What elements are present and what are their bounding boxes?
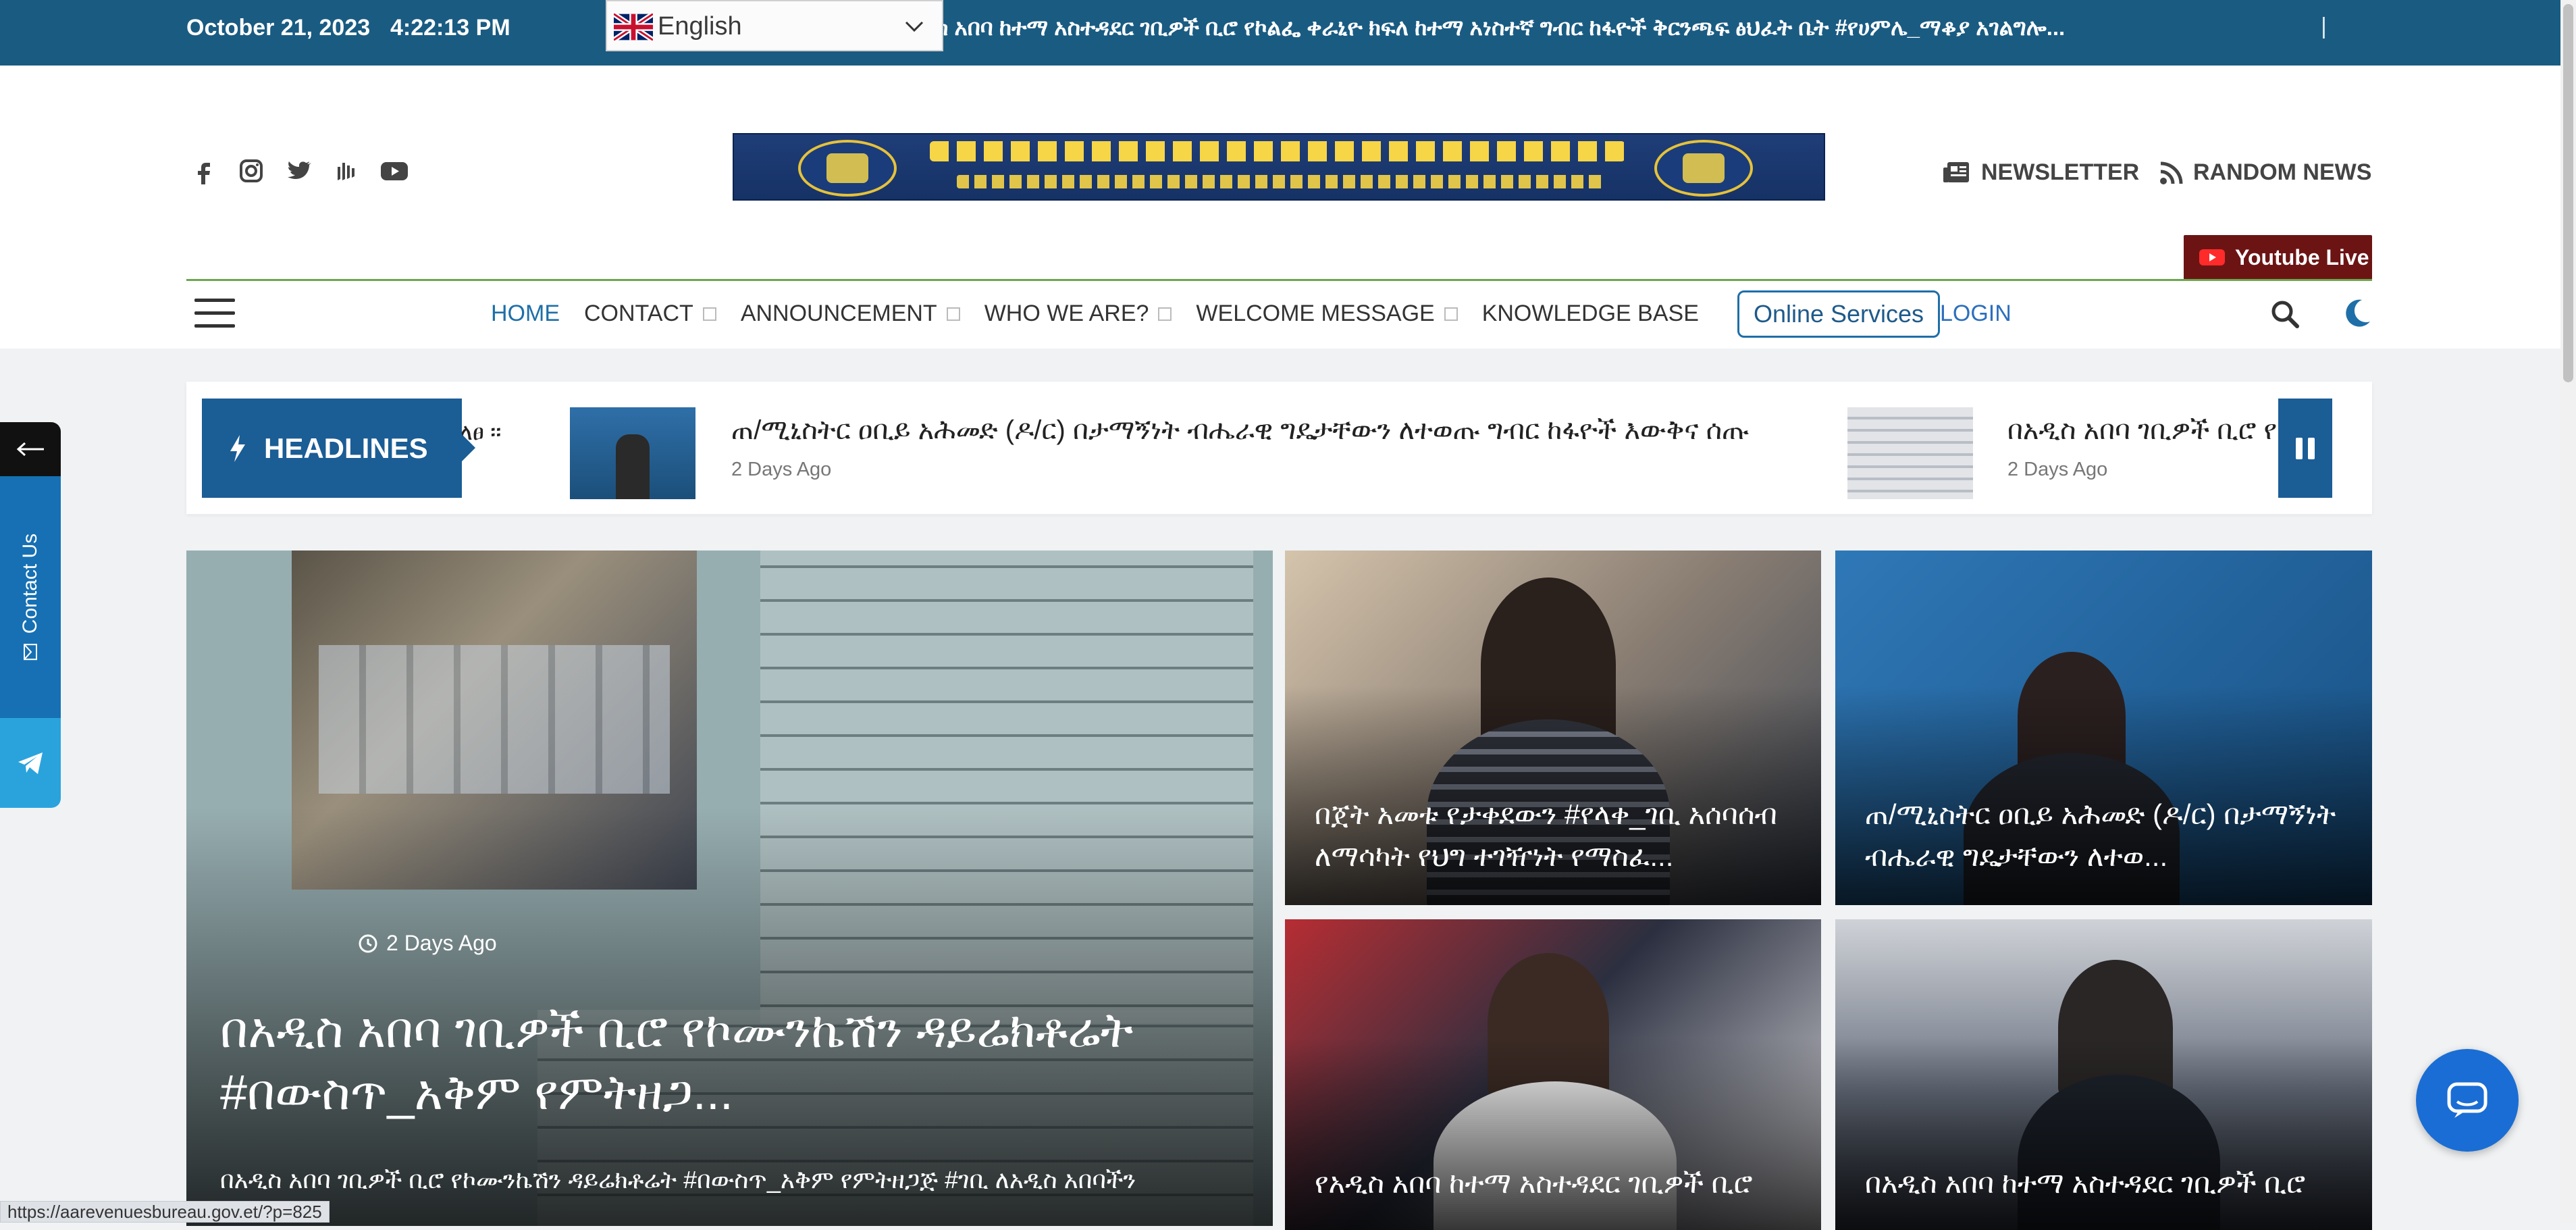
news-card-title: ጠ/ሚኒስትር ዐቢይ አሕመድ (ዶ/ር) በታማኝነት ብሔራዊ ግዴታቸው… xyxy=(1865,798,2336,872)
random-news-label: RANDOM NEWS xyxy=(2193,159,2372,185)
headline-title[interactable]: ጠ/ሚኒስትር ዐቢይ አሕመድ (ዶ/ር) በታማኝነት ብሔራዊ ግዴታቸው… xyxy=(731,415,1749,446)
nav-item-who-we-are[interactable]: WHO WE ARE? xyxy=(984,301,1172,327)
headline-thumbnail[interactable] xyxy=(1847,407,1973,499)
language-select[interactable]: English xyxy=(606,0,943,51)
newsletter-link[interactable]: NEWSLETTER xyxy=(1942,159,2139,186)
tiktok-icon[interactable] xyxy=(332,157,359,184)
side-panel-toggle[interactable] xyxy=(0,422,61,476)
mail-icon xyxy=(24,644,37,661)
newsletter-icon xyxy=(1943,161,1969,182)
lightning-icon xyxy=(230,434,245,462)
arrow-left-icon xyxy=(16,442,44,457)
dropdown-caret-icon xyxy=(1444,307,1458,321)
random-news-link[interactable]: RANDOM NEWS xyxy=(2159,159,2371,186)
contact-us-label: Contact Us xyxy=(19,533,41,634)
headlines-ticker: ለፀ ፡፡ HEADLINES ጠ/ሚኒስትር ዐቢይ አሕመድ (ዶ/ር) በ… xyxy=(186,382,2372,514)
ticker-divider: | xyxy=(2321,14,2327,39)
twitter-icon[interactable] xyxy=(285,157,312,184)
pause-button[interactable] xyxy=(2278,399,2332,498)
bureau-banner-logo[interactable] xyxy=(733,133,1825,201)
chevron-down-icon xyxy=(905,21,924,32)
search-icon[interactable] xyxy=(2270,299,2300,329)
nav-item-knowledge-base[interactable]: KNOWLEDGE BASE xyxy=(1482,301,1699,327)
nav-item-contact[interactable]: CONTACT xyxy=(584,301,716,327)
feature-title[interactable]: በአዲስ አበባ ገቢዎች ቢሮ የኮሙንኬሽን ዳይሬክቶሬት #በውስጥ_አ… xyxy=(220,1000,1233,1124)
news-card[interactable]: የአዲስ አበባ ከተማ አስተዳደር ገቢዎች ቢሮ xyxy=(1285,919,1821,1230)
dropdown-caret-icon xyxy=(1158,307,1172,321)
pause-icon xyxy=(2296,437,2315,459)
facebook-icon[interactable] xyxy=(190,157,217,184)
news-card-title: የአዲስ አበባ ከተማ አስተዳደር ገቢዎች ቢሮ xyxy=(1315,1167,1753,1199)
nav-item-announcement[interactable]: ANNOUNCEMENT xyxy=(741,301,960,327)
headline-title[interactable]: በአዲስ አበባ ገቢዎች ቢሮ የኮ xyxy=(2007,415,2292,446)
feature-excerpt: በአዲስ አበባ ገቢዎች ቢሮ የኮሙንኬሽን ዳይሬክቶሬት #በውስጥ_አ… xyxy=(220,1166,1136,1194)
youtube-icon xyxy=(2199,249,2225,265)
current-date: October 21, 2023 xyxy=(186,15,371,41)
hamburger-menu-icon[interactable] xyxy=(194,299,235,330)
youtube-live-button[interactable]: Youtube Live xyxy=(2184,235,2372,280)
youtube-icon[interactable] xyxy=(379,157,408,184)
social-links xyxy=(190,157,408,184)
telegram-icon xyxy=(18,752,43,774)
primary-menu: HOME CONTACT ANNOUNCEMENT WHO WE ARE? WE… xyxy=(491,301,1723,327)
youtube-live-label: Youtube Live xyxy=(2235,245,2369,270)
dropdown-caret-icon xyxy=(702,307,716,321)
instagram-icon[interactable] xyxy=(238,157,265,184)
rss-icon xyxy=(2160,161,2183,184)
news-card-title: በጀት አመቱ የታቀደውን #የላቀ_ገቢ አሰባሰብ ለማሳካት የህግ ተ… xyxy=(1315,798,1777,872)
featured-post-card[interactable] xyxy=(186,550,1273,1226)
uk-flag-icon xyxy=(614,14,653,41)
headline-date: 2 Days Ago xyxy=(731,459,832,480)
bureau-seal-left xyxy=(798,140,897,197)
page-scrollbar[interactable] xyxy=(2560,0,2576,1223)
top-bar: October 21, 2023 4:22:13 PM ስ አበባ ከተማ አስ… xyxy=(0,0,2560,66)
news-card[interactable]: ጠ/ሚኒስትር ዐቢይ አሕመድ (ዶ/ር) በታማኝነት ብሔራዊ ግዴታቸው… xyxy=(1835,550,2372,905)
news-card[interactable]: በጀት አመቱ የታቀደውን #የላቀ_ገቢ አሰባሰብ ለማሳካት የህግ ተ… xyxy=(1285,550,1821,905)
news-card-title: በአዲስ አበባ ከተማ አስተዳደር ገቢዎች ቢሮ xyxy=(1865,1167,2306,1199)
contact-us-tab[interactable]: Contact Us xyxy=(0,476,61,718)
city-seal-right xyxy=(1654,140,1753,197)
nav-item-home[interactable]: HOME xyxy=(491,301,560,327)
language-label: English xyxy=(658,12,742,41)
clock-icon xyxy=(359,934,377,952)
dropdown-caret-icon xyxy=(946,307,960,321)
dark-mode-moon-icon[interactable] xyxy=(2342,297,2373,328)
telegram-button[interactable] xyxy=(0,718,61,808)
login-link[interactable]: LOGIN xyxy=(1940,301,2012,327)
chat-widget-button[interactable] xyxy=(2416,1049,2519,1152)
status-bar-url: https://aarevenuesbureau.gov.et/?p=825 xyxy=(0,1201,330,1223)
chat-icon xyxy=(2447,1082,2488,1118)
headlines-badge: HEADLINES xyxy=(202,399,462,498)
headlines-label: HEADLINES xyxy=(264,432,428,464)
news-card[interactable]: በአዲስ አበባ ከተማ አስተዳደር ገቢዎች ቢሮ xyxy=(1835,919,2372,1230)
feature-date: 2 Days Ago xyxy=(358,931,497,956)
current-time: 4:22:13 PM xyxy=(390,15,510,41)
nav-item-welcome-message[interactable]: WELCOME MESSAGE xyxy=(1196,301,1458,327)
headline-thumbnail[interactable] xyxy=(570,407,695,499)
newsletter-label: NEWSLETTER xyxy=(1981,159,2140,185)
online-services-button[interactable]: Online Services xyxy=(1737,290,1940,338)
headline-date: 2 Days Ago xyxy=(2007,459,2108,480)
news-ticker[interactable]: ስ አበባ ከተማ አስተዳደር ገቢዎች ቢሮ የኮልፌ ቀራኒዮ ክፍለ ከ… xyxy=(935,15,2065,41)
